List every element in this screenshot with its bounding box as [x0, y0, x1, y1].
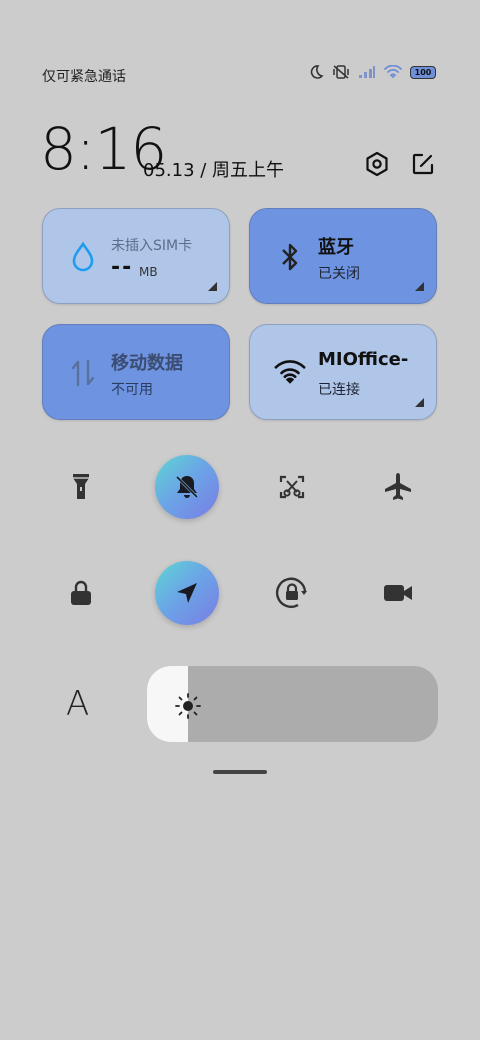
screenshot-icon [279, 475, 305, 499]
battery-icon: 100 [410, 65, 436, 79]
wifi-network-name: MIOffice- [318, 349, 409, 370]
edit-button[interactable] [407, 148, 439, 180]
rotation-lock-toggle[interactable] [260, 561, 324, 625]
settings-icon [366, 151, 388, 177]
location-icon [177, 583, 197, 603]
screenshot-toggle[interactable] [260, 455, 324, 519]
data-usage-unit: MB [139, 265, 158, 279]
water-drop-icon [67, 239, 99, 275]
lock-icon [71, 580, 91, 605]
signal-icon [359, 66, 375, 78]
mobile-data-tile[interactable]: 移动数据 不可用 [42, 324, 230, 420]
moon-icon [310, 65, 324, 79]
mute-bell-icon [175, 475, 199, 499]
carrier-status-text: 仅可紧急通话 [42, 69, 126, 85]
data-arrows-icon [67, 355, 99, 391]
auto-brightness-button[interactable]: A [66, 684, 89, 724]
wifi-status: 已连接 [318, 382, 360, 398]
bluetooth-status: 已关闭 [318, 266, 360, 282]
mobile-data-title: 移动数据 [111, 353, 183, 374]
data-usage-value: -- [111, 255, 134, 280]
drag-handle[interactable] [213, 770, 267, 774]
rotation-lock-icon [275, 577, 307, 608]
flashlight-icon [73, 474, 89, 499]
lock-toggle[interactable] [49, 561, 113, 625]
brightness-icon [175, 693, 201, 719]
bluetooth-title: 蓝牙 [318, 237, 354, 258]
mute-toggle[interactable] [155, 455, 219, 519]
airplane-icon [385, 473, 411, 500]
bluetooth-icon [274, 239, 306, 275]
flashlight-toggle[interactable] [49, 455, 113, 519]
status-icons: 100 [308, 64, 436, 80]
video-camera-icon [384, 585, 412, 601]
expand-corner-icon [415, 282, 424, 291]
location-toggle[interactable] [155, 561, 219, 625]
date-text: 05.13 / 周五上午 [143, 160, 285, 181]
mobile-data-status: 不可用 [111, 382, 153, 398]
data-usage-tile[interactable]: 未插入SIM卡 -- MB [42, 208, 230, 304]
wifi-icon [384, 65, 402, 79]
wifi-tile[interactable]: MIOffice- 已连接 [249, 324, 437, 420]
brightness-slider[interactable] [147, 666, 438, 742]
video-toggle[interactable] [366, 561, 430, 625]
bluetooth-tile[interactable]: 蓝牙 已关闭 [249, 208, 437, 304]
settings-button[interactable] [361, 148, 393, 180]
tile-sim-status: 未插入SIM卡 [111, 238, 193, 254]
expand-corner-icon [208, 282, 217, 291]
vibrate-icon [333, 65, 349, 79]
wifi-icon [274, 355, 306, 391]
expand-corner-icon [415, 398, 424, 407]
edit-icon [412, 153, 434, 175]
airplane-toggle[interactable] [366, 455, 430, 519]
